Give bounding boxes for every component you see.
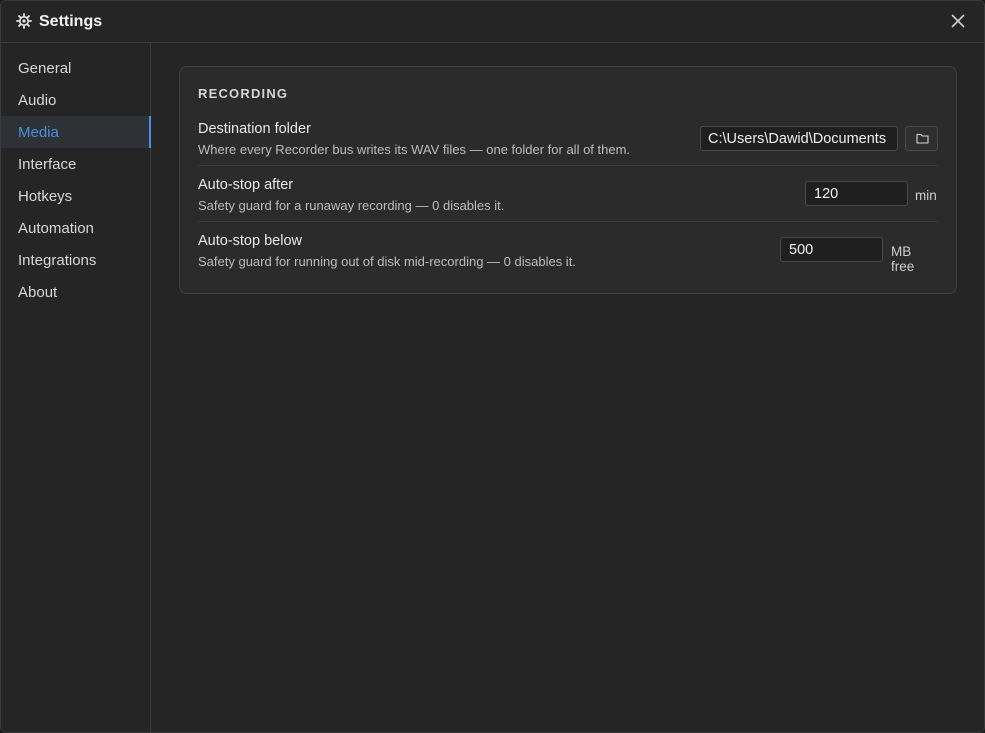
title-bar: Settings: [1, 1, 984, 43]
sidebar-item-label: General: [18, 60, 72, 77]
settings-window: Settings General Audio Media Interface H…: [0, 0, 985, 733]
sidebar-item-label: Media: [18, 124, 59, 141]
section-title: RECORDING: [198, 86, 289, 101]
sidebar-item-label: Automation: [18, 220, 94, 237]
recording-card: RECORDING Destination folder Where every…: [179, 66, 957, 294]
sidebar-item-label: Integrations: [18, 252, 97, 269]
sidebar-item-label: Audio: [18, 92, 57, 109]
folder-icon: [916, 133, 929, 144]
autostop-after-description: Safety guard for a runaway recording — 0…: [198, 198, 505, 213]
gear-icon: [16, 13, 32, 29]
sidebar-item-hotkeys[interactable]: Hotkeys: [1, 180, 151, 212]
sidebar-item-automation[interactable]: Automation: [1, 212, 151, 244]
sidebar-item-media[interactable]: Media: [1, 116, 151, 148]
close-icon: [951, 14, 965, 28]
sidebar-item-integrations[interactable]: Integrations: [1, 244, 151, 276]
window-title: Settings: [39, 13, 103, 30]
autostop-after-unit: min: [915, 188, 937, 203]
autostop-below-label: Auto-stop below: [198, 233, 302, 249]
autostop-below-unit: MB free: [891, 244, 915, 274]
settings-sidebar: General Audio Media Interface Hotkeys Au…: [1, 43, 151, 732]
autostop-after-label: Auto-stop after: [198, 177, 294, 193]
autostop-below-row: Auto-stop below Safety guard for running…: [198, 233, 938, 289]
row-divider: [198, 165, 938, 166]
close-button[interactable]: [945, 9, 971, 35]
sidebar-item-general[interactable]: General: [1, 52, 151, 84]
sidebar-item-about[interactable]: About: [1, 276, 151, 308]
destination-folder-label: Destination folder: [198, 121, 311, 137]
autostop-below-input[interactable]: [780, 237, 883, 262]
browse-folder-button[interactable]: [905, 126, 938, 151]
sidebar-item-label: Interface: [18, 156, 77, 173]
row-divider: [198, 221, 938, 222]
autostop-after-input[interactable]: [805, 181, 908, 206]
destination-folder-description: Where every Recorder bus writes its WAV …: [198, 142, 631, 157]
sidebar-item-label: Hotkeys: [18, 188, 73, 205]
destination-folder-row: Destination folder Where every Recorder …: [198, 121, 938, 177]
sidebar-item-interface[interactable]: Interface: [1, 148, 151, 180]
autostop-after-row: Auto-stop after Safety guard for a runaw…: [198, 177, 938, 233]
destination-folder-input[interactable]: [700, 126, 898, 151]
autostop-below-description: Safety guard for running out of disk mid…: [198, 254, 576, 269]
sidebar-item-audio[interactable]: Audio: [1, 84, 151, 116]
sidebar-item-label: About: [18, 284, 58, 301]
